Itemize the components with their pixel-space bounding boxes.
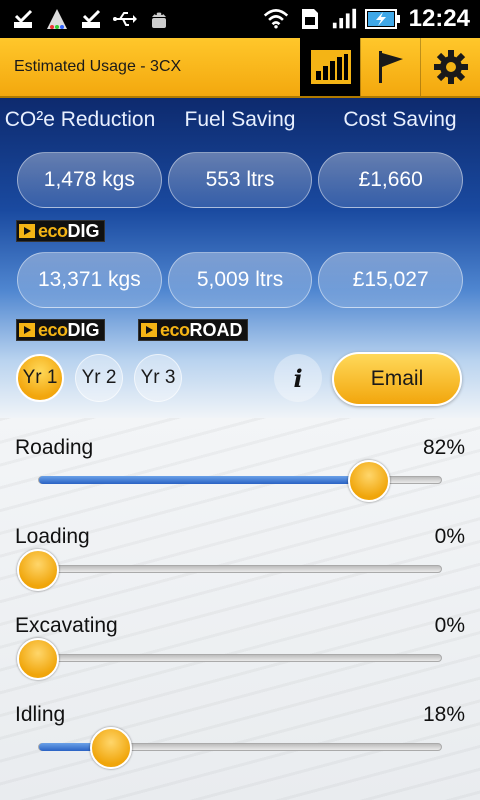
status-clock: 12:24 <box>408 5 470 32</box>
slider-label: Roading <box>15 436 94 459</box>
checkmark-notification-icon[interactable] <box>78 6 104 32</box>
slider-fill <box>39 476 371 484</box>
combined-values-row: 13,371 kgs 5,009 ltrs £15,027 <box>17 252 464 308</box>
excavating-slider-track[interactable] <box>38 654 442 662</box>
roading-slider-thumb[interactable] <box>348 460 391 502</box>
cost-header: Cost Saving <box>343 108 457 131</box>
slider-percent: 82% <box>422 436 465 459</box>
loading-slider-thumb[interactable] <box>17 549 59 591</box>
ecodig-fuel-value: 553 ltrs <box>167 152 313 208</box>
year-1-button[interactable]: Yr 1 <box>16 354 64 402</box>
wifi-icon <box>263 6 289 32</box>
signal-icon <box>331 6 357 32</box>
roading-slider-block: Roading 82% <box>0 436 480 516</box>
slider-label: Loading <box>15 525 90 548</box>
excavating-slider-thumb[interactable] <box>17 638 59 680</box>
slider-percent: 0% <box>434 525 465 548</box>
battery-charging-icon <box>364 6 401 32</box>
checkmark-notification-icon[interactable] <box>10 6 36 32</box>
page-title: Estimated Usage - 3CX <box>14 58 182 75</box>
slider-percent: 0% <box>434 614 465 637</box>
ecodig-co2-value: 1,478 kgs <box>17 152 162 208</box>
ecodig-logo: eco DIG <box>16 220 105 242</box>
ecodig-logo: eco DIG <box>16 319 105 341</box>
settings-button[interactable] <box>420 38 480 96</box>
flag-icon <box>378 51 403 83</box>
info-button[interactable]: i <box>274 354 322 402</box>
usb-icon[interactable] <box>112 6 138 32</box>
chart-icon <box>310 50 351 84</box>
co2-header: CO²e Reduction <box>4 108 156 131</box>
color-cone-icon[interactable] <box>44 6 70 32</box>
info-icon: i <box>293 363 303 393</box>
gear-icon <box>433 50 468 84</box>
chart-button[interactable] <box>300 38 360 96</box>
fuel-header: Fuel Saving <box>184 108 296 131</box>
slider-percent: 18% <box>422 703 465 726</box>
year-3-button[interactable]: Yr 3 <box>134 354 182 402</box>
loading-slider-block: Loading 0% <box>0 525 480 605</box>
ecoroad-logo: eco ROAD <box>138 319 248 341</box>
ecodig-cost-value: £1,660 <box>318 152 464 208</box>
flag-button[interactable] <box>360 38 420 96</box>
combined-fuel-value: 5,009 ltrs <box>167 252 313 308</box>
slider-label: Excavating <box>15 614 118 637</box>
ecodig-values-row: 1,478 kgs 553 ltrs £1,660 <box>17 152 464 208</box>
combined-co2-value: 13,371 kgs <box>17 252 162 308</box>
year-2-button[interactable]: Yr 2 <box>75 354 123 402</box>
action-bar: Estimated Usage - 3CX <box>0 38 480 98</box>
loading-slider-track[interactable] <box>38 565 442 573</box>
email-button[interactable]: Email <box>332 352 462 406</box>
sim-icon <box>297 6 323 32</box>
combined-cost-value: £15,027 <box>318 252 464 308</box>
idling-slider-thumb[interactable] <box>89 727 132 769</box>
android-icon[interactable] <box>146 6 172 32</box>
slider-label: Idling <box>15 703 66 726</box>
status-bar: 12:24 <box>0 0 480 38</box>
idling-slider-block: Idling 18% <box>0 703 480 783</box>
column-headers: CO²e Reduction Fuel Saving Cost Saving <box>0 108 480 138</box>
excavating-slider-block: Excavating 0% <box>0 614 480 694</box>
